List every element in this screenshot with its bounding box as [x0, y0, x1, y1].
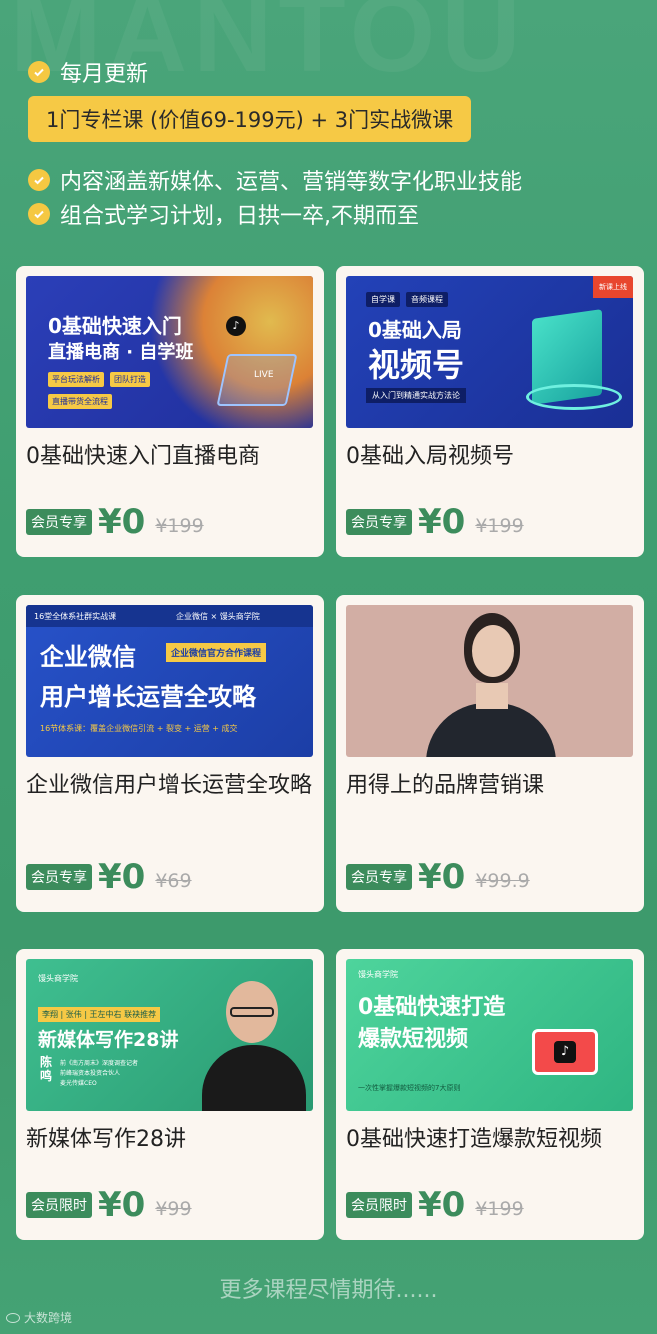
header-content-coverage: 内容涵盖新媒体、运营、营销等数字化职业技能 — [28, 164, 522, 196]
thumb-headline: 企业微信 — [40, 643, 136, 671]
thumb-pill: 音频课程 — [406, 292, 448, 307]
thumb-subline: 爆款短视频 — [358, 1027, 469, 1052]
instructor-jacket — [426, 703, 556, 757]
thumb-headline: 0基础快速入门 — [48, 314, 182, 338]
check-icon — [28, 61, 50, 83]
header-learning-plan: 组合式学习计划，日拱一卒,不期而至 — [28, 198, 419, 230]
member-price: ¥0 — [98, 502, 146, 542]
thumb-headline: 0基础入局 — [368, 318, 462, 342]
course-title: 企业微信用户增长运营全攻略 — [26, 773, 313, 798]
thumb-caption: 从入门到精通实战方法论 — [366, 388, 466, 403]
course-thumbnail: 16堂全体系社群实战课 企业微信 × 馒头商学院 企业微信 企业微信官方合作课程… — [26, 605, 313, 757]
course-thumbnail: 馒头商学院 李翔 | 张伟 | 王左中右 联袂推荐 新媒体写作28讲 陈鸣 前《… — [26, 959, 313, 1111]
member-price: ¥0 — [98, 1185, 146, 1225]
course-title: 用得上的品牌营销课 — [346, 773, 545, 798]
original-price: ¥199 — [155, 515, 204, 537]
music-note-icon: ♪ — [554, 1041, 576, 1063]
price-row: 会员专享 ¥0 ¥199 — [26, 503, 204, 541]
check-icon — [28, 203, 50, 225]
bottom-logo-text: 大数跨境 — [24, 1311, 73, 1325]
instructor-desc-line: 前《南方周末》深度调查记者 — [60, 1060, 139, 1067]
member-price: ¥0 — [418, 857, 466, 897]
price-row: 会员限时 ¥0 ¥99 — [26, 1186, 192, 1224]
instructor-desc-line: 麦光传媒CEO — [60, 1080, 97, 1087]
platform-ring — [526, 384, 622, 410]
thumb-badge: 企业微信官方合作课程 — [166, 643, 267, 662]
header-line1: 每月更新 — [60, 62, 149, 87]
thumb-top-label: 16堂全体系社群实战课 — [34, 612, 117, 621]
member-tag: 会员专享 — [346, 864, 412, 890]
price-row: 会员限时 ¥0 ¥199 — [346, 1186, 524, 1224]
instructor-neck — [476, 683, 508, 709]
music-note-icon: ♪ — [226, 316, 246, 336]
thumb-pill: 自学课 — [366, 292, 400, 307]
thumb-caption: 16节体系课：覆盖企业微信引流 + 裂变 + 运营 + 成交 — [40, 724, 238, 733]
thumb-subline: 直播电商 · 自学班 — [48, 342, 194, 363]
instructor-name: 陈鸣 — [40, 1055, 53, 1083]
original-price: ¥99.9 — [475, 870, 530, 892]
thumb-brand: 馒头商学院 — [38, 974, 78, 983]
live-label: LIVE — [254, 370, 274, 380]
header-monthly-update: 每月更新 — [28, 56, 148, 88]
original-price: ¥199 — [475, 1198, 524, 1220]
course-title: 新媒体写作28讲 — [26, 1127, 186, 1152]
member-tag: 会员专享 — [26, 864, 92, 890]
course-card-new-media-writing[interactable]: 馒头商学院 李翔 | 张伟 | 王左中右 联袂推荐 新媒体写作28讲 陈鸣 前《… — [16, 949, 324, 1240]
bottom-logo: 大数跨境 — [6, 1309, 72, 1326]
glasses-icon — [230, 1007, 274, 1017]
highlight-banner: 1门专栏课 (价值69-199元) + 3门实战微课 — [28, 96, 472, 142]
course-thumbnail — [346, 605, 633, 757]
more-courses-text: 更多课程尽情期待...... — [219, 1278, 438, 1303]
member-price: ¥0 — [418, 502, 466, 542]
original-price: ¥69 — [155, 870, 192, 892]
course-thumbnail: 0基础快速入门 直播电商 · 自学班 平台玩法解析 团队打造 直播带货全流程 L… — [26, 276, 313, 428]
member-price: ¥0 — [98, 857, 146, 897]
new-course-corner: 新课上线 — [593, 276, 633, 298]
member-tag: 会员限时 — [26, 1192, 92, 1218]
thumb-subline: 视频号 — [368, 346, 465, 384]
thumb-chips: 平台玩法解析 团队打造 — [48, 372, 150, 387]
member-tag: 会员限时 — [346, 1192, 412, 1218]
thumb-recommend: 李翔 | 张伟 | 王左中右 联袂推荐 — [38, 1007, 161, 1022]
original-price: ¥199 — [475, 515, 524, 537]
instructor-shirt — [202, 1045, 306, 1111]
thumb-chip: 团队打造 — [110, 372, 150, 387]
course-card-live-commerce[interactable]: 0基础快速入门 直播电商 · 自学班 平台玩法解析 团队打造 直播带货全流程 L… — [16, 266, 324, 557]
thumb-chip: 直播带货全流程 — [48, 394, 112, 409]
thumb-headline: 新媒体写作28讲 — [38, 1029, 179, 1051]
instructor-desc: 前《南方周末》深度调查记者 前峰瑞资本投资合伙人 麦光传媒CEO — [60, 1059, 138, 1089]
logo-icon — [6, 1312, 20, 1323]
thumb-brand: 馒头商学院 — [358, 970, 398, 979]
check-icon — [28, 169, 50, 191]
course-card-wecom[interactable]: 16堂全体系社群实战课 企业微信 × 馒头商学院 企业微信 企业微信官方合作课程… — [16, 595, 324, 912]
thumb-chip: 平台玩法解析 — [48, 372, 104, 387]
header-line3: 组合式学习计划，日拱一卒,不期而至 — [60, 204, 419, 229]
course-title: 0基础快速打造爆款短视频 — [346, 1127, 602, 1152]
course-thumbnail: 自学课 音频课程 0基础入局 视频号 从入门到精通实战方法论 新课上线 — [346, 276, 633, 428]
thumb-brand: 企业微信 × 馒头商学院 — [176, 612, 260, 621]
original-price: ¥99 — [155, 1198, 192, 1220]
laptop-icon — [216, 354, 298, 406]
thumb-subline: 用户增长运营全攻略 — [40, 683, 256, 711]
course-title: 0基础快速入门直播电商 — [26, 444, 260, 469]
price-row: 会员专享 ¥0 ¥199 — [346, 503, 524, 541]
instructor-desc-line: 前峰瑞资本投资合伙人 — [60, 1070, 121, 1077]
course-card-video-account[interactable]: 自学课 音频课程 0基础入局 视频号 从入门到精通实战方法论 新课上线 0基础入… — [336, 266, 644, 557]
header-line2: 内容涵盖新媒体、运营、营销等数字化职业技能 — [60, 170, 523, 195]
thumb-caption: 一次性掌握爆款短视频的7大原则 — [358, 1084, 461, 1092]
thumb-headline: 0基础快速打造 — [358, 995, 506, 1020]
member-tag: 会员专享 — [26, 509, 92, 535]
member-price: ¥0 — [418, 1185, 466, 1225]
course-card-short-video[interactable]: 馒头商学院 0基础快速打造 爆款短视频 一次性掌握爆款短视频的7大原则 ♪ 0基… — [336, 949, 644, 1240]
member-tag: 会员专享 — [346, 509, 412, 535]
course-thumbnail: 馒头商学院 0基础快速打造 爆款短视频 一次性掌握爆款短视频的7大原则 ♪ — [346, 959, 633, 1111]
price-row: 会员专享 ¥0 ¥99.9 — [346, 858, 530, 896]
instructor-face — [472, 625, 514, 677]
course-card-brand-marketing[interactable]: 用得上的品牌营销课 会员专享 ¥0 ¥99.9 — [336, 595, 644, 912]
price-row: 会员专享 ¥0 ¥69 — [26, 858, 192, 896]
course-title: 0基础入局视频号 — [346, 444, 514, 469]
